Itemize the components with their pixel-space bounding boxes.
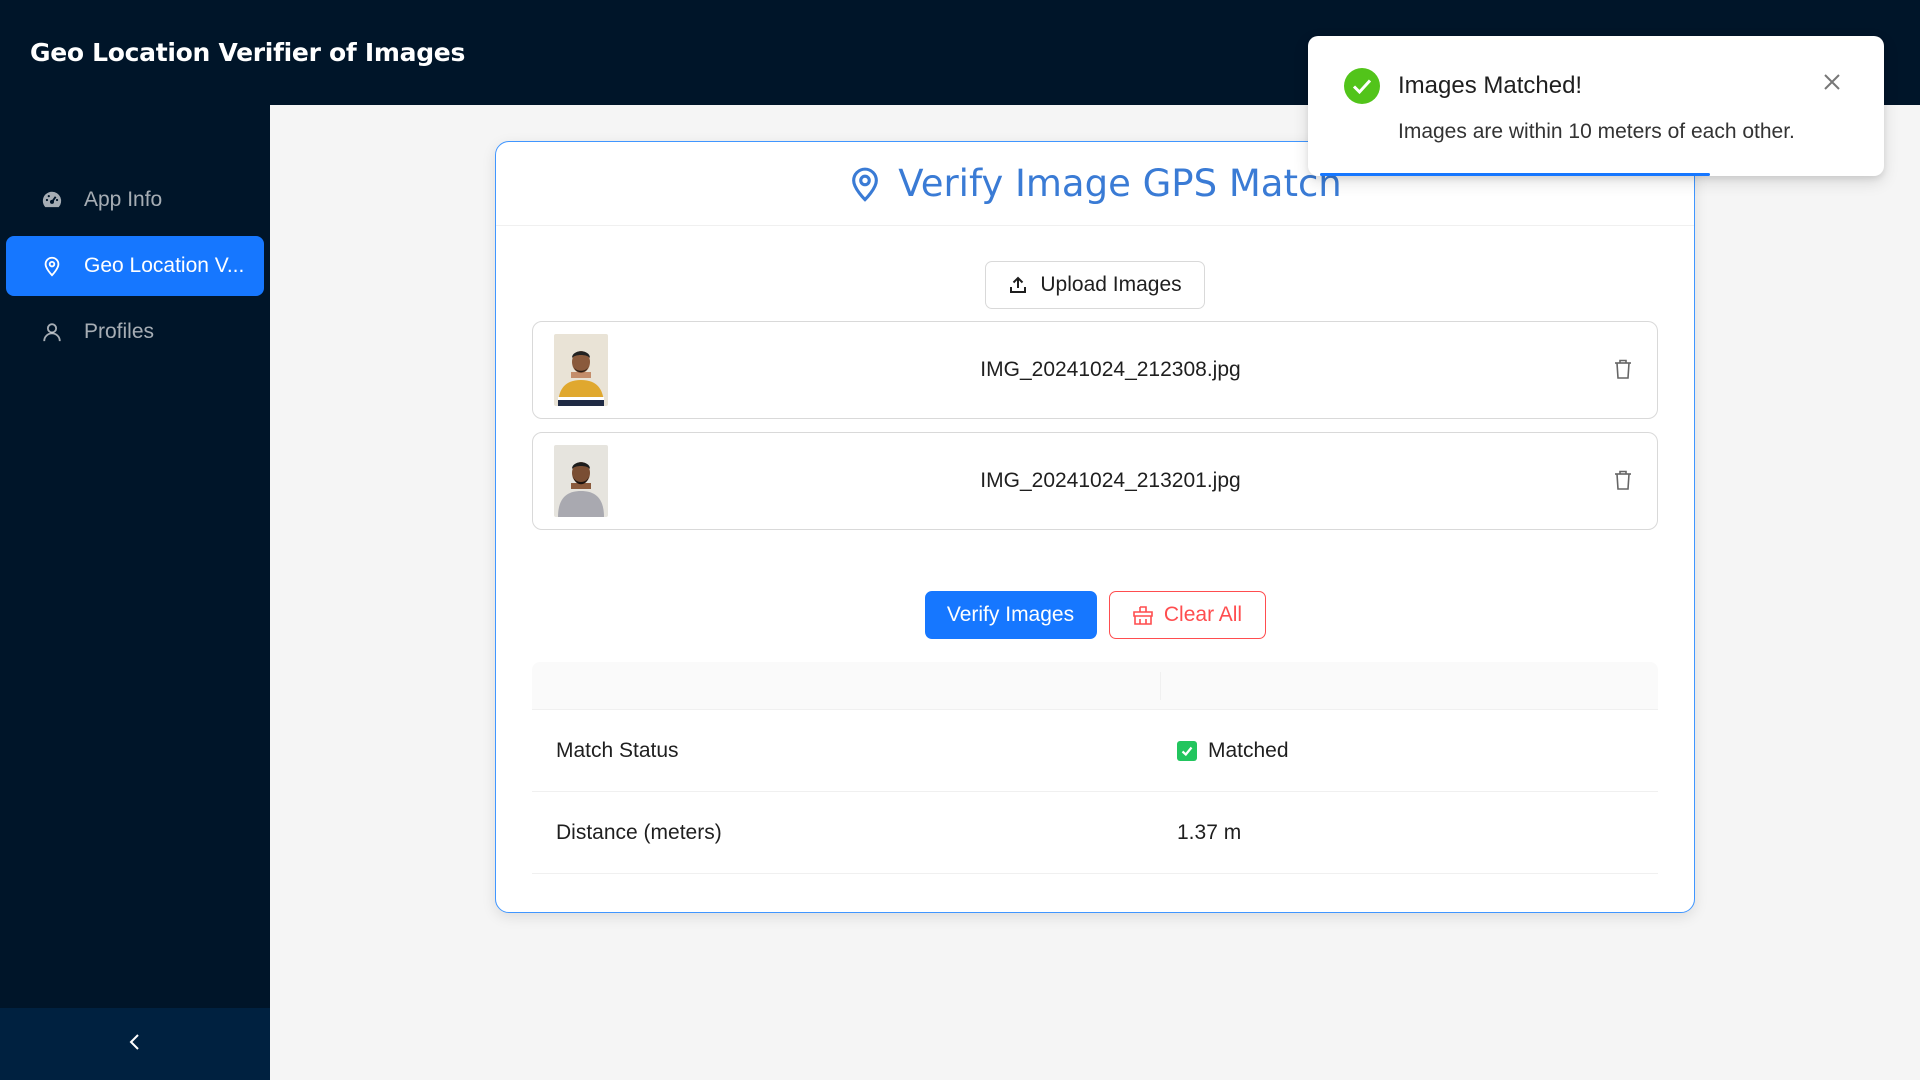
notification-progress-bar [1320,173,1710,176]
sidebar: App Info Geo Location V... Profiles [0,105,270,1080]
success-notification: Images Matched! Images are within 10 met… [1308,36,1884,176]
delete-icon[interactable] [1613,469,1635,493]
table-row: Distance (meters) 1.37 m [532,792,1658,874]
distance-value: 1.37 m [1177,820,1242,844]
file-list-item: IMG_20241024_212308.jpg [532,321,1658,419]
card-title-text: Verify Image GPS Match [898,162,1342,205]
clear-icon [1132,605,1154,625]
upload-row: Upload Images [496,261,1694,309]
match-status-value: Matched [1208,738,1289,762]
table-header-cell [532,672,1161,700]
row-value: Matched [1161,739,1658,763]
upload-icon [1008,275,1028,295]
image-thumbnail [554,445,608,517]
checkmark-icon [1177,740,1197,761]
row-label: Distance (meters) [556,820,722,844]
table-row: Match Status Matched [532,710,1658,792]
sidebar-item-geo-location[interactable]: Geo Location V... [6,236,264,296]
app-title: Geo Location Verifier of Images [30,38,466,67]
card-title: Verify Image GPS Match [848,162,1342,205]
chevron-left-icon [127,1032,143,1057]
sidebar-item-label: Profiles [84,320,155,343]
notification-message: Images are within 10 meters of each othe… [1398,120,1795,143]
sidebar-menu: App Info Geo Location V... Profiles [0,105,270,362]
close-icon[interactable] [1822,72,1844,94]
table-header-cell [1161,662,1658,709]
clear-all-label: Clear All [1163,603,1243,626]
action-buttons: Verify Images Clear All [496,591,1694,639]
location-pin-icon [40,254,64,278]
notification-title: Images Matched! [1398,72,1583,99]
sidebar-item-profiles[interactable]: Profiles [6,302,264,362]
file-name: IMG_20241024_212308.jpg [980,358,1241,381]
sidebar-item-label: App Info [84,188,163,211]
image-thumbnail [554,334,608,406]
clear-all-button[interactable]: Clear All [1108,591,1266,639]
delete-icon[interactable] [1613,358,1635,382]
file-name: IMG_20241024_213201.jpg [980,469,1241,492]
sidebar-collapse-button[interactable] [0,1008,270,1080]
main-content: Verify Image GPS Match Upload Images IMG… [270,105,1920,1080]
sidebar-item-app-info[interactable]: App Info [6,170,264,230]
check-circle-icon [1344,68,1380,104]
location-pin-icon [848,165,882,203]
table-header [532,662,1658,710]
dashboard-icon [40,188,64,212]
row-label: Match Status [556,738,679,762]
user-icon [40,320,64,344]
upload-images-label: Upload Images [1040,273,1182,296]
results-table: Match Status Matched Distance (meters) 1… [532,662,1658,874]
upload-images-button[interactable]: Upload Images [985,261,1205,309]
file-list-item: IMG_20241024_213201.jpg [532,432,1658,530]
sidebar-item-label: Geo Location V... [84,254,245,277]
verify-images-button[interactable]: Verify Images [924,591,1097,639]
verify-card: Verify Image GPS Match Upload Images IMG… [495,141,1695,913]
